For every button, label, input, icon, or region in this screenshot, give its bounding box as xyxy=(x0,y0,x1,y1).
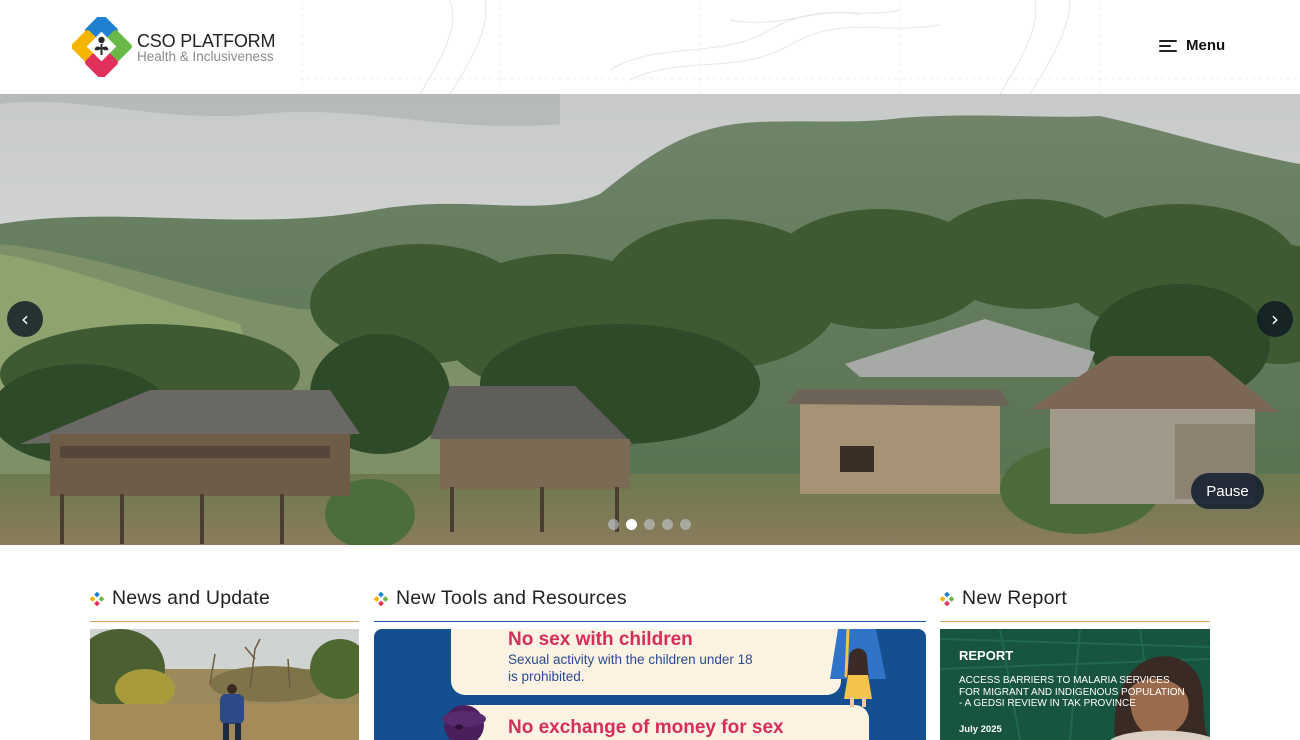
slider-dots xyxy=(608,519,691,530)
menu-label: Menu xyxy=(1186,37,1226,54)
hero-slide-image xyxy=(0,94,1300,545)
section-tools-heading: New Tools and Resources xyxy=(373,584,926,622)
logo-title: CSO PLATFORM xyxy=(137,31,276,51)
site-logo[interactable]: CSO PLATFORM Health & Inclusiveness xyxy=(71,14,276,79)
section-diamond-icon xyxy=(373,591,389,607)
tools-item-2-title: No exchange of money for sex xyxy=(508,717,784,738)
slider-dot[interactable] xyxy=(680,519,691,530)
report-description: ACCESS BARRIERS TO MALARIA SERVICES FOR … xyxy=(959,675,1185,709)
section-news-heading: News and Update xyxy=(89,584,359,622)
news-card-image xyxy=(90,629,359,740)
tools-item-1-text-line1: Sexual activity with the children under … xyxy=(508,652,753,667)
news-card[interactable] xyxy=(90,629,359,740)
section-report-heading: New Report xyxy=(939,584,1210,622)
chevron-right-icon: › xyxy=(1271,307,1279,331)
tools-card[interactable]: No sex with children Sexual activity wit… xyxy=(374,629,926,740)
section-diamond-icon xyxy=(939,591,955,607)
menu-button[interactable]: Menu xyxy=(1159,37,1225,54)
report-label: REPORT xyxy=(959,648,1014,663)
section-title: News and Update xyxy=(112,587,271,609)
logo-icon xyxy=(71,14,132,79)
slider-pause-button[interactable]: Pause xyxy=(1191,473,1264,509)
figure-illustration xyxy=(442,705,486,740)
section-title: New Report xyxy=(962,587,1067,609)
decorative-contour-pattern xyxy=(300,0,1300,94)
chevron-left-icon: ‹ xyxy=(21,307,29,331)
slider-dot[interactable] xyxy=(662,519,673,530)
section-title: New Tools and Resources xyxy=(396,587,627,609)
hero-slider: ‹ › Pause xyxy=(0,94,1300,545)
site-header: CSO PLATFORM Health & Inclusiveness Menu xyxy=(0,0,1300,94)
slider-dot-active[interactable] xyxy=(626,519,637,530)
tools-item-1-text-line2: is prohibited. xyxy=(508,669,585,684)
report-card[interactable]: REPORT ACCESS BARRIERS TO MALARIA SERVIC… xyxy=(940,629,1210,740)
tools-item-1-title: No sex with children xyxy=(508,629,693,650)
report-date: July 2025 xyxy=(959,724,1002,735)
slider-dot[interactable] xyxy=(644,519,655,530)
section-diamond-icon xyxy=(89,591,105,607)
hamburger-icon xyxy=(1159,39,1177,53)
slider-prev-button[interactable]: ‹ xyxy=(7,301,43,337)
child-illustration xyxy=(830,629,886,707)
slider-dot[interactable] xyxy=(608,519,619,530)
slider-next-button[interactable]: › xyxy=(1257,301,1293,337)
logo-subtitle: Health & Inclusiveness xyxy=(137,49,274,64)
